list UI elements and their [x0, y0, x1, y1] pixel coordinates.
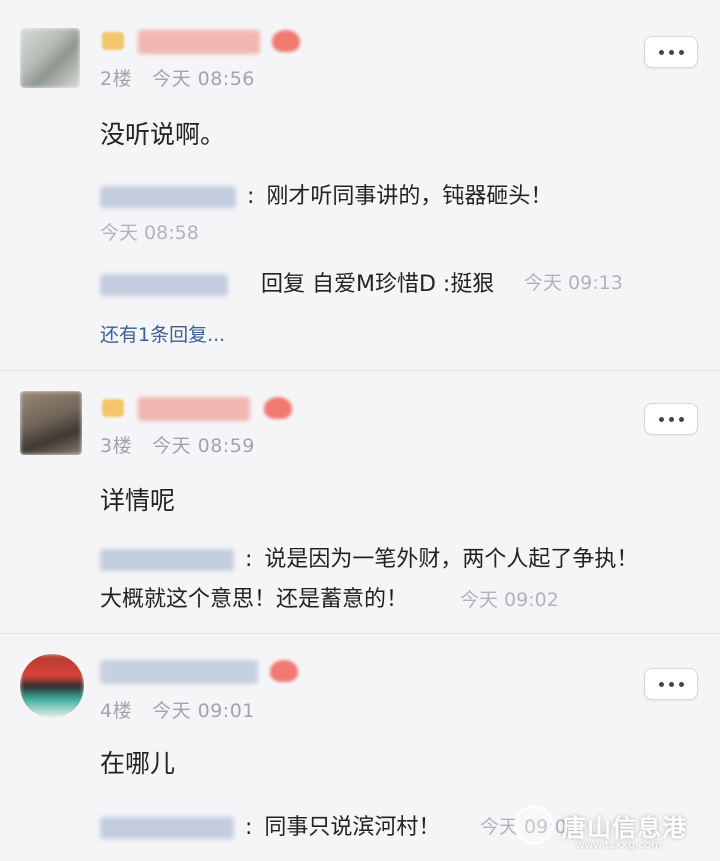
avatar[interactable]	[20, 28, 80, 88]
reply-item[interactable]: : 刚才听同事讲的，钝器砸头！	[100, 178, 552, 210]
watermark-url: www.tsxxg.com	[575, 838, 662, 851]
username[interactable]	[138, 397, 250, 421]
post-time: 今天 08:56	[152, 68, 255, 90]
watermark-logo-icon	[514, 805, 554, 845]
medal-icon	[270, 660, 298, 682]
reply-username[interactable]	[100, 186, 236, 208]
reply-item[interactable]: 回复 自爱M珍惜D :挺狠	[100, 266, 494, 298]
site-watermark: 唐山信息港 www.tsxxg.com	[514, 801, 706, 851]
post-time: 今天 08:59	[152, 435, 255, 457]
reply-text: 刚才听同事讲的，钝器砸头！	[266, 184, 553, 209]
avatar[interactable]	[20, 654, 84, 718]
reply-text: 同事只说滨河村！	[264, 815, 441, 840]
post-content: 在哪儿	[100, 749, 176, 778]
medal-icon	[264, 397, 292, 419]
more-options-button[interactable]	[644, 36, 698, 68]
more-replies-link[interactable]: 还有1条回复...	[100, 320, 225, 347]
comment-post-3: 3楼 今天 08:59 详情呢 : 说是因为一笔外财，两个人起了争执！ 大概就这个意…	[0, 371, 720, 633]
post-time: 今天 09:01	[152, 700, 255, 722]
level-badge-icon	[102, 32, 124, 50]
reply-text: 说是因为一笔外财，两个人起了争执！	[264, 547, 639, 572]
post-content: 没听说啊。	[100, 120, 226, 149]
reply-text-continued: 大概就这个意思！还是蓄意的！	[100, 587, 409, 612]
floor-number: 2楼	[100, 68, 133, 90]
reply-item[interactable]: : 说是因为一笔外财，两个人起了争执！	[100, 541, 638, 573]
comment-post-2: 2楼 今天 08:56 没听说啊。 : 刚才听同事讲的，钝器砸头！ 今天 08:58…	[0, 0, 720, 370]
post-meta: 4楼 今天 09:01	[100, 696, 255, 723]
reply-text: 回复 自爱M珍惜D :挺狠	[261, 272, 495, 297]
avatar[interactable]	[20, 391, 82, 455]
level-badge-icon	[102, 399, 124, 417]
reply-username[interactable]	[100, 549, 234, 571]
reply-separator: :	[245, 547, 253, 572]
username[interactable]	[138, 30, 260, 54]
post-content: 详情呢	[100, 486, 176, 515]
username[interactable]	[100, 660, 258, 684]
post-meta: 2楼 今天 08:56	[100, 64, 255, 91]
floor-number: 4楼	[100, 700, 133, 722]
more-dot-icon	[658, 681, 664, 687]
more-options-button[interactable]	[644, 668, 698, 700]
reply-username[interactable]	[100, 817, 234, 839]
more-dot-icon	[658, 416, 664, 422]
reply-time: 今天 09:02	[460, 589, 559, 611]
more-dot-icon	[658, 49, 664, 55]
more-options-button[interactable]	[644, 403, 698, 435]
medal-icon	[272, 30, 300, 52]
reply-time: 今天 08:58	[100, 222, 199, 244]
reply-item[interactable]: : 同事只说滨河村！	[100, 809, 440, 841]
reply-separator: :	[247, 184, 255, 209]
post-meta: 3楼 今天 08:59	[100, 431, 255, 458]
reply-separator: :	[245, 815, 253, 840]
reply-time: 今天 09:13	[524, 272, 623, 294]
reply-username[interactable]	[100, 274, 228, 296]
floor-number: 3楼	[100, 435, 133, 457]
